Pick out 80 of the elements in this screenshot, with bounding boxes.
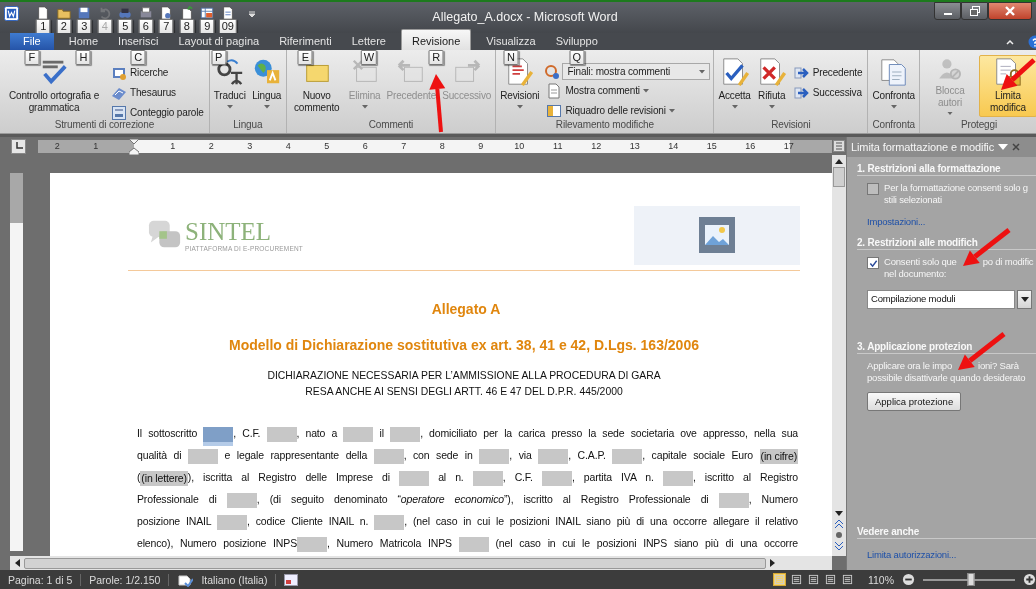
checkbox-label: stili selezionati (884, 194, 943, 206)
ruler-number: 3 (246, 139, 254, 153)
paragraph-text: qualità di (137, 449, 183, 461)
ruler-number: 9 (477, 139, 485, 153)
description-text: Applicare ora le impo (867, 360, 953, 372)
ruler-number: 5 (323, 139, 331, 153)
keytip-tooltip: W (360, 50, 378, 65)
paragraph-text: elenco), Numero posizione INPS (137, 537, 297, 549)
pane-title: Limita formattazione e modific (851, 141, 995, 153)
logo-text: SINTEL (185, 218, 273, 245)
keytip-tooltip: F (24, 50, 40, 65)
paragraph-text: , (di seguito denominato “operatore economico”), iscritto al Registro Professionale di (256, 493, 710, 505)
ruler-number: 16 (744, 139, 757, 153)
group-label: Proteggi (959, 118, 998, 132)
ruler-number: 17 (782, 139, 795, 153)
group-label: Strumenti di correzione (53, 118, 156, 132)
document-title: Allegato A (430, 301, 502, 317)
ruler-number: 4 (284, 139, 292, 153)
section-heading: Vedere anche (857, 522, 1036, 539)
checkbox-label: Consenti solo que (884, 256, 957, 268)
paragraph-text: ), iscritta al Registro delle Imprese di (187, 471, 391, 483)
window-title: Allegato_A.docx - Microsoft Word (431, 10, 619, 24)
section-heading: 1. Restrizioni alla formattazione (857, 159, 1036, 176)
paragraph-text: posizione INAIL (137, 515, 213, 527)
paragraph-text: , domiciliato per la carica presso la sede societaria ove appresso, nella sua (420, 427, 799, 439)
paragraph-text: il (378, 427, 385, 439)
ruler-number: 7 (400, 139, 408, 153)
group-label: Revisioni (770, 118, 812, 132)
checkbox-label: Per la formattazione consenti solo g (884, 182, 1028, 194)
ruler-number: 12 (590, 139, 603, 153)
paragraph-text: al n. (437, 471, 465, 483)
paragraph-text: , (nel caso in cui le posizioni INAIL siano più di una occorre allegare il relativo (404, 515, 798, 527)
ruler-number: 8 (438, 139, 446, 153)
paragraph-text: , C.A.P. (568, 449, 607, 461)
checkbox-label: po di modific (982, 256, 1034, 268)
ruler-number: 2 (53, 139, 61, 153)
keytip-tooltip: R (428, 50, 444, 65)
notice-line: RESA ANCHE AI SENSI DEGLI ARTT. 46 E 47 DEL D.P.R. 445/2000 (304, 385, 624, 399)
keytip-tooltip: Q (569, 50, 585, 65)
paragraph-text: Il sottoscritto (137, 427, 199, 439)
keytip-tooltip: C (130, 50, 146, 65)
paragraph-text: (nel caso in cui le posizioni INPS siano più di una occorre (494, 537, 798, 549)
paragraph-text: , capitale sociale Euro (642, 449, 754, 461)
ruler-number: 10 (513, 139, 526, 153)
section-heading: 2. Restrizioni alle modifich (857, 233, 1036, 250)
ruler-number: 2 (207, 139, 215, 153)
paragraph-text: , con sede in (403, 449, 474, 461)
keytip-tooltip: P (211, 50, 227, 65)
paragraph-text: ( (137, 471, 141, 483)
ruler-number: 1 (92, 139, 100, 153)
checkbox-label: nel documento: (884, 268, 948, 280)
paragraph-text: , Numero Matricola INPS (327, 537, 453, 549)
keytip-tooltip: E (297, 50, 313, 65)
paragraph-text: , C.F. (502, 471, 534, 483)
paragraph-text: , Numero (748, 493, 798, 505)
description-text: ioni? Sarà (978, 360, 1019, 372)
keytip-tooltip: N (503, 50, 519, 65)
ruler-number: 6 (361, 139, 369, 153)
section-heading: 3. Applicazione protezion (857, 337, 1036, 354)
ruler-number: 11 (552, 139, 564, 153)
paragraph-text: , via (509, 449, 533, 461)
paragraph-text: , C.F. (233, 427, 262, 439)
ruler-number: 14 (667, 139, 680, 153)
paragraph-text: Professionale di (137, 493, 218, 505)
group-label: Rilevamento modifiche (554, 118, 655, 132)
paragraph-text: , codice Cliente INAIL n. (247, 515, 370, 527)
keytip-tooltip: H (75, 50, 91, 65)
paragraph-text: e legale rappresentante della (223, 449, 369, 461)
ruler-number: 15 (705, 139, 718, 153)
group-label: Commenti (367, 118, 415, 132)
notice-line: DICHIARAZIONE NECESSARIA PER L’AMMISSIONE ALLA PROCEDURA DI GARA (266, 369, 662, 383)
group-label: Confronta (871, 118, 916, 132)
paragraph-text: , iscritto al Registro (692, 471, 798, 483)
paragraph-text: , nato a (296, 427, 339, 439)
group-label: Lingua (232, 118, 264, 132)
description-text: possibile disattivarle quando desiderato (867, 372, 1027, 384)
ruler-number: 13 (628, 139, 641, 153)
document-subtitle: Modello di Dichiarazione sostitutiva ex art. 38, 41 e 42, D.Lgs. 163/2006 (228, 337, 700, 353)
paragraph-text: , partita IVA n. (571, 471, 655, 483)
ruler-number: 1 (169, 139, 177, 153)
